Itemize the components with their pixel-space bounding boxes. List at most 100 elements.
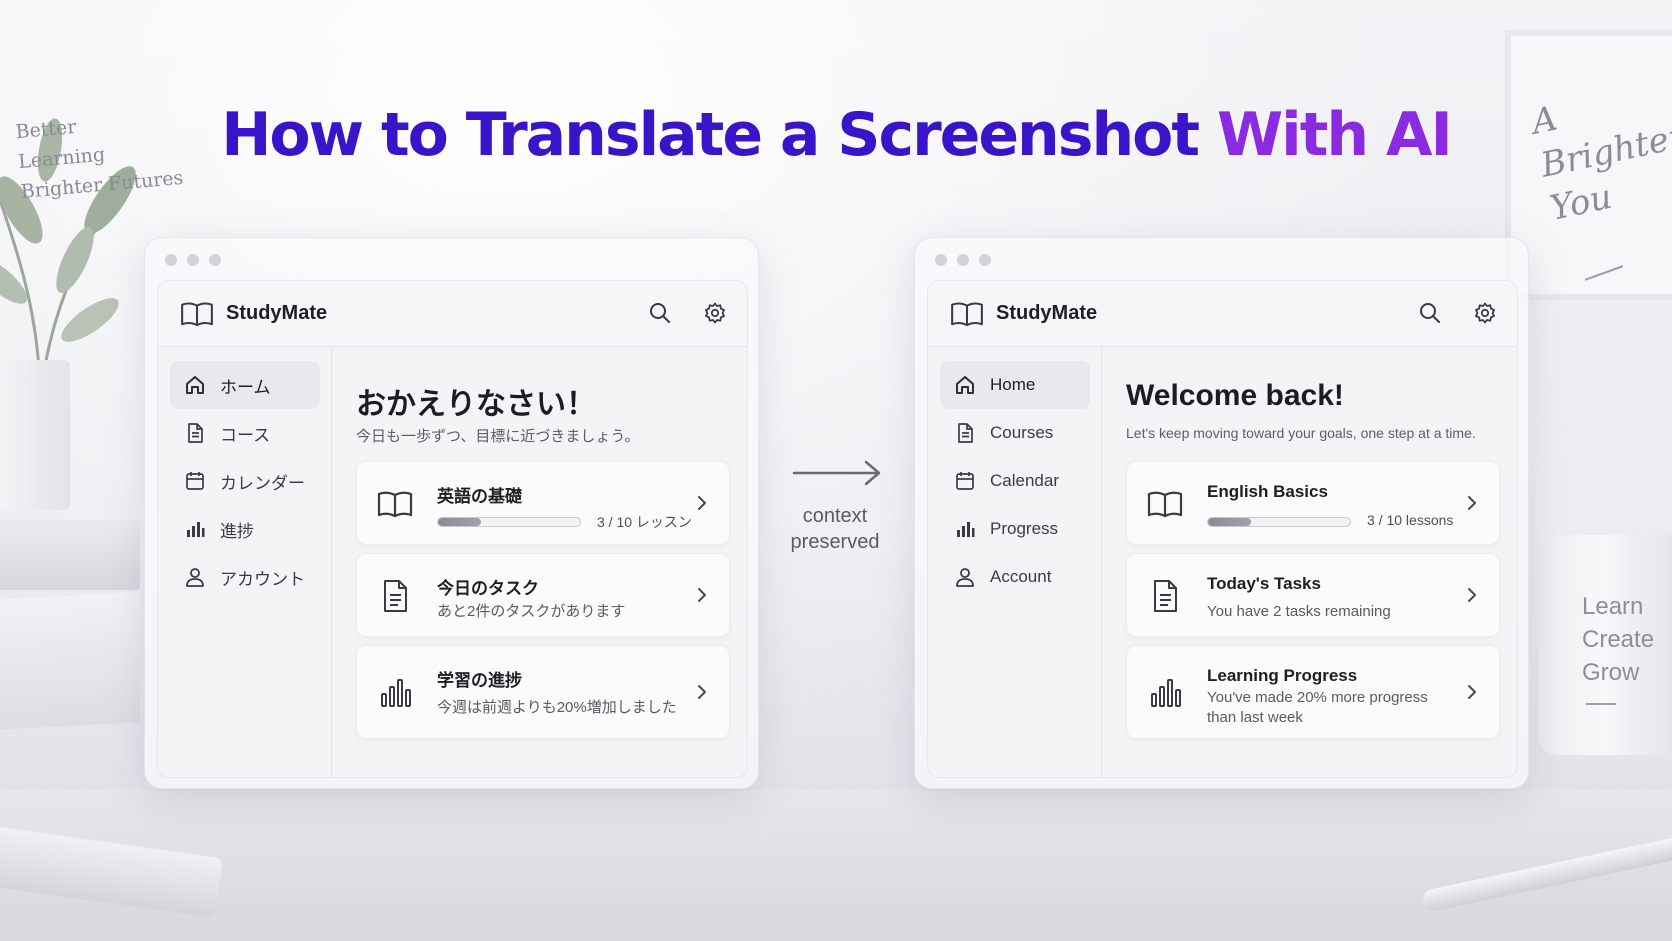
card-title: Learning Progress (1207, 666, 1358, 685)
brand-name: StudyMate (226, 302, 328, 324)
window-dot[interactable] (957, 254, 969, 266)
card-title: 学習の進捗 (437, 671, 522, 690)
chevron-right-icon (697, 587, 707, 603)
search-icon[interactable] (1418, 301, 1442, 325)
chevron-right-icon (1467, 495, 1477, 511)
card-description: あと2件のタスクがあります (437, 603, 626, 620)
sidebar: ホーム コース カレンダー 進捗 アカウント (158, 347, 332, 777)
welcome-subtitle: 今日も一歩ずつ、目標に近づきましょう。 (356, 428, 640, 445)
page-title: How to Translate a Screenshot With AI (0, 100, 1672, 170)
title-accent: With AI (1216, 100, 1453, 170)
progress-fill (438, 518, 481, 526)
sidebar-item-calendar[interactable]: カレンダー (170, 457, 320, 505)
sidebar-item-label: 進捗 (220, 521, 254, 541)
progress-bar (1207, 517, 1351, 527)
chevron-right-icon (697, 684, 707, 700)
sidebar-item-label: ホーム (220, 377, 271, 397)
app-frame: StudyMate Home Courses Calendar Progress (927, 280, 1518, 778)
top-bar: StudyMate (158, 281, 747, 347)
sidebar-item-home[interactable]: ホーム (170, 361, 320, 409)
home-icon (954, 374, 976, 396)
chevron-right-icon (697, 495, 707, 511)
sidebar-item-label: コース (220, 425, 271, 445)
course-card[interactable]: English Basics 3 / 10 lessons (1126, 461, 1500, 545)
card-title: Today's Tasks (1207, 574, 1321, 593)
window-dot[interactable] (165, 254, 177, 266)
bar-chart-icon (1147, 674, 1183, 710)
document-icon (1147, 578, 1183, 614)
progress-fill (1208, 518, 1251, 526)
window-dot[interactable] (187, 254, 199, 266)
window-controls (935, 254, 991, 266)
book-icon (377, 486, 413, 522)
home-icon (184, 374, 206, 396)
brand-name: StudyMate (996, 302, 1098, 324)
chevron-right-icon (1467, 684, 1477, 700)
sidebar-item-calendar[interactable]: Calendar (940, 457, 1090, 505)
book-icon (1147, 486, 1183, 522)
sidebar: Home Courses Calendar Progress Account (928, 347, 1102, 777)
document-icon (377, 578, 413, 614)
sidebar-item-progress[interactable]: Progress (940, 505, 1090, 553)
gear-icon[interactable] (1473, 301, 1497, 325)
document-icon (184, 422, 206, 444)
tasks-card[interactable]: 今日のタスク あと2件のタスクがあります (356, 553, 730, 637)
sidebar-item-progress[interactable]: 進捗 (170, 505, 320, 553)
window-dot[interactable] (209, 254, 221, 266)
plant-pot (0, 360, 70, 510)
card-title: English Basics (1207, 482, 1328, 501)
user-icon (184, 566, 206, 588)
progress-card[interactable]: 学習の進捗 今週は前週よりも20%増加しました (356, 645, 730, 739)
chevron-right-icon (1467, 587, 1477, 603)
gear-icon[interactable] (703, 301, 727, 325)
card-description: You've made 20% more progress than last … (1207, 689, 1428, 726)
calendar-icon (184, 470, 206, 492)
context-caption: context preserved (770, 503, 900, 555)
caption-line: preserved (790, 531, 880, 553)
progress-bar (437, 517, 581, 527)
course-card[interactable]: 英語の基礎 3 / 10 レッスン (356, 461, 730, 545)
book-logo-icon (950, 301, 984, 327)
sidebar-item-label: カレンダー (220, 473, 305, 493)
card-description: 今週は前週よりも20%増加しました (437, 699, 677, 716)
welcome-heading: おかえりなさい！ (356, 388, 596, 421)
window-english: StudyMate Home Courses Calendar Progress (914, 237, 1529, 789)
window-japanese: StudyMate ホーム コース カレンダー 進捗 アカウント おかえりなさい… (144, 237, 759, 789)
progress-text: 3 / 10 レッスン (597, 514, 692, 530)
title-main: How to Translate a Screenshot (221, 100, 1200, 170)
top-bar: StudyMate (928, 281, 1517, 347)
caption-line: context (802, 505, 868, 527)
app-frame: StudyMate ホーム コース カレンダー 進捗 アカウント おかえりなさい… (157, 280, 748, 778)
window-dot[interactable] (979, 254, 991, 266)
mug-underline (1586, 703, 1616, 705)
sidebar-item-label: Progress (990, 519, 1059, 538)
sidebar-item-label: アカウント (220, 569, 305, 589)
bar-chart-icon (184, 518, 206, 540)
sidebar-item-account[interactable]: Account (940, 553, 1090, 601)
books-decoration (0, 520, 150, 730)
bar-chart-icon (954, 518, 976, 540)
search-icon[interactable] (648, 301, 672, 325)
welcome-heading: Welcome back! (1126, 379, 1344, 412)
sidebar-item-label: Calendar (990, 471, 1059, 490)
sidebar-item-courses[interactable]: Courses (940, 409, 1090, 457)
sidebar-item-home[interactable]: Home (940, 361, 1090, 409)
sidebar-item-label: Courses (990, 423, 1054, 442)
card-title: 今日のタスク (437, 579, 539, 598)
desk-surface (0, 790, 1672, 941)
window-dot[interactable] (935, 254, 947, 266)
arrow-right-icon (792, 460, 881, 486)
welcome-subtitle: Let's keep moving toward your goals, one… (1126, 425, 1476, 441)
document-icon (954, 422, 976, 444)
book-logo-icon (180, 301, 214, 327)
window-controls (165, 254, 221, 266)
progress-card[interactable]: Learning Progress You've made 20% more p… (1126, 645, 1500, 739)
user-icon (954, 566, 976, 588)
sidebar-item-label: Account (990, 567, 1052, 586)
sidebar-item-account[interactable]: アカウント (170, 553, 320, 601)
card-title: 英語の基礎 (437, 487, 522, 506)
sidebar-item-label: Home (990, 375, 1036, 394)
tasks-card[interactable]: Today's Tasks You have 2 tasks remaining (1126, 553, 1500, 637)
progress-text: 3 / 10 lessons (1367, 512, 1454, 528)
sidebar-item-courses[interactable]: コース (170, 409, 320, 457)
